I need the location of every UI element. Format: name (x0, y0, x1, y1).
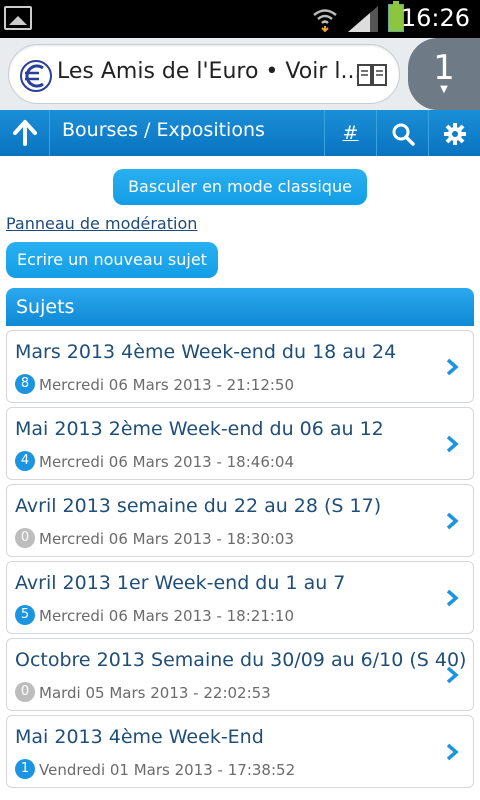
new-topic-button[interactable]: Ecrire un nouveau sujet (6, 242, 218, 278)
chevron-right-icon (446, 358, 459, 376)
reply-count-badge: 8 (15, 374, 35, 394)
chevron-right-icon (446, 743, 459, 761)
wifi-icon (313, 9, 337, 32)
euro-logo-icon (20, 60, 52, 92)
reply-count-badge: 5 (15, 605, 35, 625)
forum-title: Bourses / Expositions (62, 119, 265, 141)
arrow-up-icon (13, 120, 37, 146)
moderation-link[interactable]: Panneau de modération (6, 214, 197, 233)
topic-title: Mai 2013 4ème Week-End (15, 726, 264, 748)
chevron-right-icon (446, 512, 459, 530)
topic-list: Mars 2013 4ème Week-end du 18 au 24 8 Me… (6, 330, 474, 792)
topic-date: Mercredi 06 Mars 2013 - 18:46:04 (39, 453, 295, 471)
topic-item[interactable]: Mars 2013 4ème Week-end du 18 au 24 8 Me… (6, 330, 474, 403)
status-icons (312, 1, 404, 32)
reply-count-badge: 4 (15, 451, 35, 471)
forum-navbar: Bourses / Expositions # (0, 110, 480, 156)
topic-date: Vendredi 01 Mars 2013 - 17:38:52 (39, 761, 296, 779)
clock: 16:26 (400, 4, 470, 32)
topic-item[interactable]: Mai 2013 4ème Week-End 1 Vendredi 01 Mar… (6, 715, 474, 788)
settings-button[interactable] (428, 110, 480, 156)
browser-toolbar: Les Amis de l'Euro • Voir l... 1 ▼ (0, 38, 480, 110)
tab-switcher-button[interactable]: 1 ▼ (408, 38, 480, 110)
topic-item[interactable]: Avril 2013 semaine du 22 au 28 (S 17) 0 … (6, 484, 474, 557)
topic-date: Mercredi 06 Mars 2013 - 21:12:50 (39, 376, 295, 394)
topic-item[interactable]: Octobre 2013 Semaine du 30/09 au 6/10 (S… (6, 638, 474, 711)
status-bar: 16:26 (0, 0, 480, 38)
page-url-text: Les Amis de l'Euro • Voir l... (57, 59, 357, 84)
chevron-right-icon (446, 589, 459, 607)
topic-date: Mercredi 06 Mars 2013 - 18:30:03 (39, 530, 295, 548)
topic-title: Mai 2013 2ème Week-end du 06 au 12 (15, 418, 384, 440)
up-button[interactable] (0, 110, 50, 156)
hash-button[interactable]: # (324, 110, 376, 156)
tab-count: 1 (433, 48, 455, 88)
topic-item[interactable]: Mai 2013 2ème Week-end du 06 au 12 4 Mer… (6, 407, 474, 480)
reply-count-badge: 0 (15, 528, 35, 548)
search-button[interactable] (376, 110, 428, 156)
reply-count-badge: 1 (15, 759, 35, 779)
gear-icon (443, 122, 466, 145)
chevron-right-icon (446, 666, 459, 684)
reader-mode-icon[interactable] (357, 63, 387, 87)
signal-icon (348, 6, 378, 32)
topic-date: Mardi 05 Mars 2013 - 22:02:53 (39, 684, 271, 702)
topic-title: Avril 2013 1er Week-end du 1 au 7 (15, 572, 346, 594)
topic-item[interactable]: Avril 2013 1er Week-end du 1 au 7 5 Merc… (6, 561, 474, 634)
topic-date: Mercredi 06 Mars 2013 - 18:21:10 (39, 607, 295, 625)
search-icon (392, 123, 415, 146)
section-header: Sujets (6, 288, 474, 326)
topic-title: Mars 2013 4ème Week-end du 18 au 24 (15, 341, 397, 363)
chevron-right-icon (446, 435, 459, 453)
chevron-down-icon: ▼ (440, 84, 448, 95)
topic-title: Avril 2013 semaine du 22 au 28 (S 17) (15, 495, 382, 517)
reply-count-badge: 0 (15, 682, 35, 702)
classic-mode-button[interactable]: Basculer en mode classique (113, 169, 367, 205)
url-field[interactable]: Les Amis de l'Euro • Voir l... (8, 44, 400, 104)
image-notification-icon (4, 6, 32, 30)
topic-title: Octobre 2013 Semaine du 30/09 au 6/10 (S… (15, 649, 467, 671)
